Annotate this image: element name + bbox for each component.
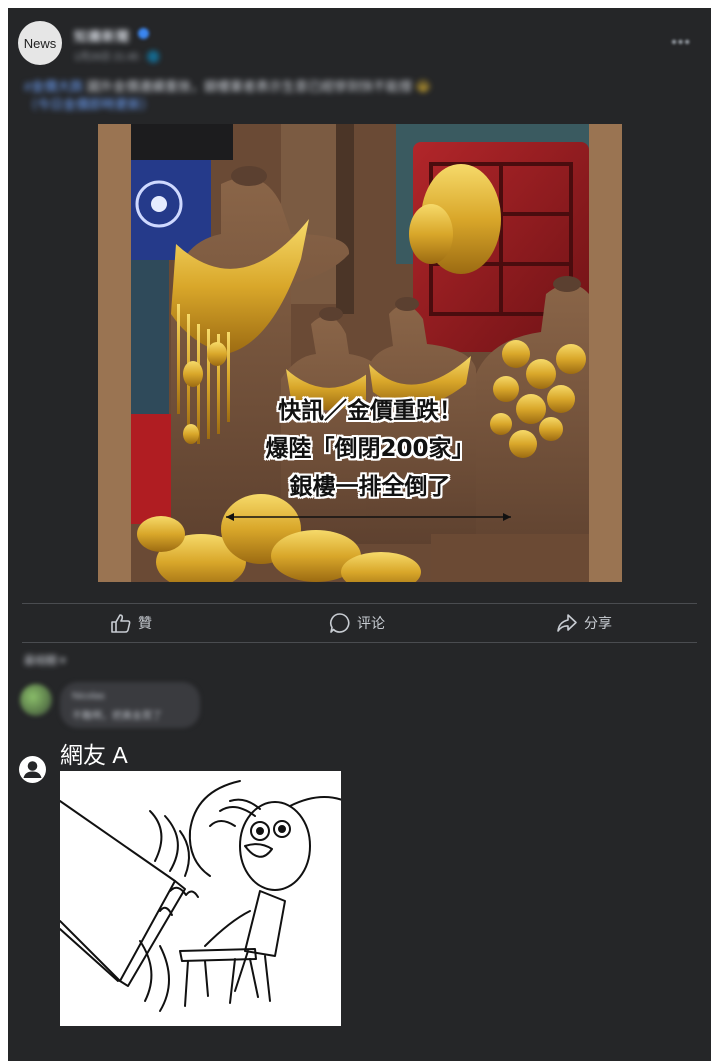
caption-text: 國外金價連續重挫，銀樓業者表示生意已經慘到快不能撐 [86, 79, 412, 94]
post-caption: #金價大跌 國外金價連續重挫，銀樓業者表示生意已經慘到快不能撐 😭 （今日金價即… [24, 78, 624, 114]
commenter-avatar[interactable] [20, 684, 52, 716]
post-timestamp[interactable]: 1月26日 21:45 · 🌐 [74, 48, 160, 63]
redaction-block [131, 124, 233, 160]
thumbs-up-icon [111, 614, 131, 633]
table-flip-drawing [59, 780, 346, 1012]
like-button[interactable]: 贊 [110, 612, 152, 634]
speech-bubble-icon [329, 613, 350, 633]
blurred-comment-text: 不難啊，把黃金買了 [72, 711, 162, 722]
post-photo-frame[interactable]: 快訊／金價重跌！ 爆陸「倒閉200家」 銀樓一排全倒了 [98, 124, 622, 582]
more-options-button[interactable]: ••• [671, 34, 691, 52]
table-flip-meme-image[interactable] [59, 771, 346, 1026]
share-button[interactable]: 分享 [556, 612, 612, 634]
jewelry-scene-illustration [131, 124, 589, 582]
share-arrow-icon [557, 614, 577, 632]
caption-emoji: 😭 [415, 79, 431, 94]
netizen-name[interactable]: 網友 A [60, 736, 128, 770]
headline-line-1: 快訊／金價重跌！ [278, 398, 462, 424]
post-photo[interactable]: 快訊／金價重跌！ 爆陸「倒閉200家」 銀樓一排全倒了 [131, 124, 589, 582]
caption-hashtag-link[interactable]: #金價大跌 [24, 79, 83, 94]
divider-bottom [22, 642, 697, 643]
like-label: 贊 [138, 615, 152, 631]
share-label: 分享 [584, 615, 612, 631]
page-avatar[interactable]: News [18, 21, 62, 65]
headline-line-2: 爆陸「倒閉200家」 [265, 436, 475, 462]
photo-headline: 快訊／金價重跌！ 爆陸「倒閉200家」 銀樓一排全倒了 [131, 392, 589, 506]
caption-secondary-link[interactable]: （今日金價即時更新） [24, 97, 154, 112]
facebook-post: News 知識新聞 1月26日 21:45 · 🌐 ••• #金價大跌 國外金價… [8, 8, 711, 1061]
comment-button[interactable]: 评论 [329, 612, 385, 634]
divider-top [22, 603, 697, 604]
headline-line-3: 銀樓一排全倒了 [289, 474, 451, 500]
netizen-avatar-icon[interactable] [19, 756, 46, 783]
verified-badge-icon [138, 28, 149, 39]
comment-label: 评论 [357, 615, 385, 631]
comment-sort-dropdown[interactable]: 最相關 ▾ [24, 652, 66, 668]
blurred-comment-bubble: Nicolas 不難啊，把黃金買了 [60, 682, 200, 728]
page-avatar-label: News [23, 35, 57, 51]
blurred-commenter-name: Nicolas [72, 691, 105, 702]
page-name[interactable]: 知識新聞 [74, 26, 130, 45]
